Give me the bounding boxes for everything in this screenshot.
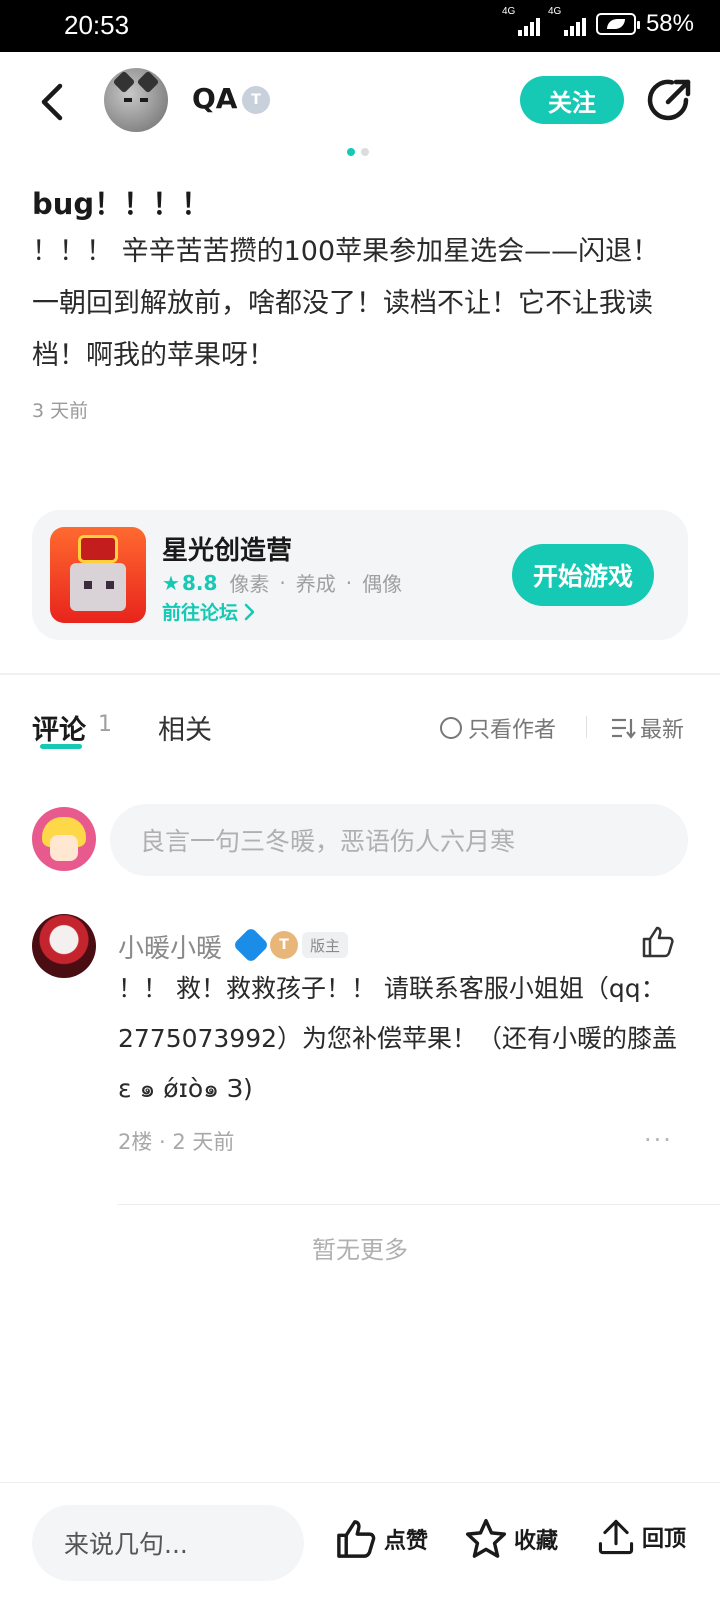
post-body: ！！！ 辛辛苦苦攒的100苹果参加星选会——闪退！ 一朝回到解放前，啥都没了！读… — [32, 236, 660, 371]
game-tag: 偶像 — [362, 572, 403, 596]
game-tag: 养成 — [295, 572, 336, 596]
comment-compose: 良言一句三冬暖，恶语伤人六月寒 — [0, 800, 720, 880]
post-header: QA T 关注 — [0, 52, 720, 152]
tab-comments[interactable]: 评论 — [32, 708, 86, 747]
chevron-left-icon — [41, 83, 63, 121]
battery-icon — [595, 13, 640, 35]
tab-related[interactable]: 相关 — [158, 708, 212, 747]
like-button[interactable]: 点赞 — [334, 1517, 428, 1561]
game-card[interactable]: 星光创造营 ★ 8.8 像素 · 养成 · 偶像 前往论坛 开始游戏 — [32, 510, 688, 640]
commenter-name[interactable]: 小暖小暖 — [118, 928, 222, 965]
favorite-button[interactable]: 收藏 — [464, 1517, 558, 1561]
author-only-toggle[interactable]: 只看作者 — [440, 712, 556, 744]
comment-divider — [118, 1204, 720, 1205]
comments-count: 1 — [98, 712, 112, 737]
moderator-badge: 版主 — [302, 932, 349, 958]
signal-icon: 4G — [502, 6, 540, 36]
thumbs-up-icon — [337, 1520, 376, 1558]
comment-text: ！！ 救！救救孩子！！ 请联系客服小姐姐（qq：2775073992）为您补偿苹… — [118, 974, 678, 1103]
comment-input[interactable]: 良言一句三冬暖，恶语伤人六月寒 — [110, 804, 688, 876]
more-options-icon[interactable]: ··· — [644, 1126, 673, 1154]
share-icon — [647, 79, 691, 121]
bottom-action-bar: 来说几句... 点赞 收藏 回顶 — [0, 1482, 720, 1600]
post-time: 3 天前 — [32, 400, 89, 422]
share-button[interactable] — [646, 76, 694, 124]
signal-icon-2: 4G — [548, 6, 586, 36]
battery-percent: 58% — [645, 10, 694, 37]
thumbs-up-icon — [642, 926, 674, 958]
post-content: bug！！！！ ！！！ 辛辛苦苦攒的100苹果参加星选会——闪退！ 一朝回到解放… — [32, 184, 692, 423]
level-badge-icon: T — [242, 86, 270, 114]
author-name[interactable]: QA — [192, 82, 237, 115]
section-divider — [0, 673, 720, 675]
reply-input[interactable]: 来说几句... — [32, 1505, 304, 1581]
star-icon: ★ — [162, 570, 180, 595]
status-indicators: 4G 4G 58% — [502, 6, 694, 38]
image-pager-dots — [347, 148, 369, 156]
game-icon — [50, 527, 146, 623]
sort-icon — [612, 718, 636, 739]
post-title: bug！！！！ — [32, 187, 211, 221]
sort-button[interactable]: 最新 — [610, 712, 684, 744]
radio-circle-icon — [440, 717, 462, 739]
game-score: ★ 8.8 — [162, 570, 218, 595]
game-tag: 像素 — [229, 572, 270, 596]
status-bar: 20:53 4G 4G 58% — [0, 0, 720, 52]
status-time: 20:53 — [64, 10, 130, 40]
tab-separator — [586, 716, 587, 738]
tab-active-indicator — [40, 744, 82, 749]
game-badge-icon — [232, 926, 270, 964]
my-avatar — [32, 807, 96, 871]
game-meta: ★ 8.8 像素 · 养成 · 偶像 — [162, 568, 402, 597]
commenter-avatar[interactable] — [32, 914, 96, 978]
back-button[interactable] — [34, 78, 74, 126]
level-badge-icon: T — [270, 931, 298, 959]
follow-button[interactable]: 关注 — [520, 76, 624, 124]
no-more-text: 暂无更多 — [312, 1236, 408, 1264]
author-avatar[interactable] — [104, 68, 168, 132]
back-to-top-button[interactable]: 回顶 — [596, 1517, 686, 1557]
arrow-up-icon — [598, 1519, 634, 1555]
play-game-button[interactable]: 开始游戏 — [512, 544, 654, 606]
forum-link[interactable]: 前往论坛 — [162, 598, 256, 625]
chevron-right-icon — [244, 603, 255, 620]
comment-like-button[interactable] — [640, 924, 676, 960]
game-name: 星光创造营 — [162, 536, 293, 566]
comment-meta: 2楼 · 2 天前 — [118, 1130, 235, 1154]
star-icon — [465, 1518, 507, 1558]
comment-tabs: 评论 1 相关 只看作者 最新 — [0, 700, 720, 760]
